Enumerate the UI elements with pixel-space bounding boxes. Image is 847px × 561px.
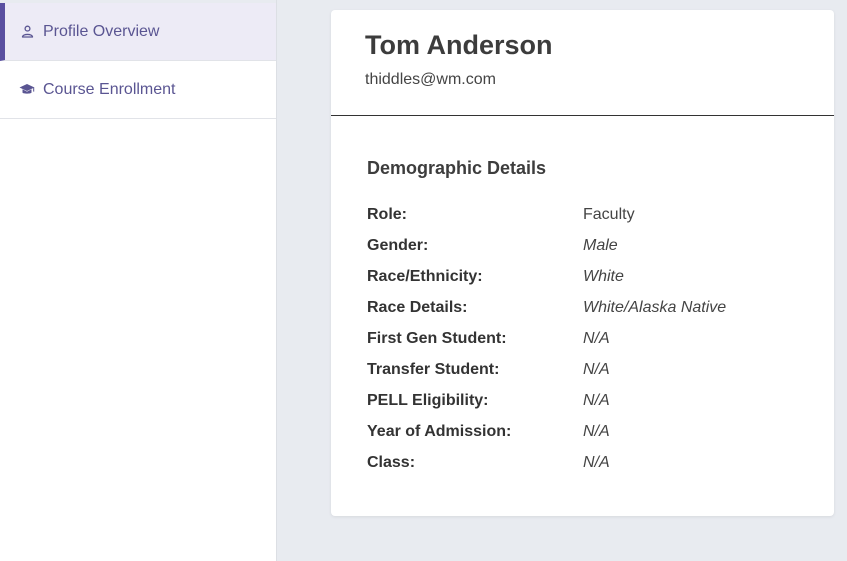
sidebar-item-course-enrollment[interactable]: Course Enrollment [0,61,276,119]
detail-label: Race Details: [367,298,468,316]
detail-row-first-gen-student: First Gen Student: N/A [367,323,807,354]
detail-row-role: Role: Faculty [367,199,807,230]
graduation-cap-icon [19,82,35,98]
detail-value: N/A [583,329,610,347]
detail-label: Role: [367,205,407,223]
demographic-details-list: Role: Faculty Gender: Male Race/Ethnicit… [367,199,807,478]
detail-value: N/A [583,422,610,440]
detail-row-class: Class: N/A [367,447,807,478]
sidebar: Profile Overview Course Enrollment [0,0,277,561]
detail-label: Gender: [367,236,429,254]
profile-header: Tom Anderson thiddles@wm.com [331,10,834,116]
detail-row-year-of-admission: Year of Admission: N/A [367,416,807,447]
detail-value: N/A [583,391,610,409]
detail-value: N/A [583,360,610,378]
profile-card: Tom Anderson thiddles@wm.com Demographic… [331,10,834,516]
sidebar-item-label: Course Enrollment [43,80,176,98]
user-email: thiddles@wm.com [365,71,496,88]
detail-label: First Gen Student: [367,329,507,347]
user-icon [19,24,35,40]
detail-label: Race/Ethnicity: [367,267,483,285]
detail-row-race-details: Race Details: White/Alaska Native [367,292,807,323]
detail-row-race-ethnicity: Race/Ethnicity: White [367,261,807,292]
section-title-demographic-details: Demographic Details [367,158,547,178]
detail-value: Male [583,236,618,254]
sidebar-item-label: Profile Overview [43,22,160,40]
detail-value: N/A [583,453,610,471]
detail-label: PELL Eligibility: [367,391,489,409]
detail-value: Faculty [583,205,635,223]
detail-value: White/Alaska Native [583,298,727,316]
detail-label: Year of Admission: [367,422,512,440]
detail-value: White [583,267,624,285]
detail-row-pell-eligibility: PELL Eligibility: N/A [367,385,807,416]
sidebar-item-profile-overview[interactable]: Profile Overview [0,3,276,61]
detail-row-gender: Gender: Male [367,230,807,261]
user-name: Tom Anderson [365,30,553,60]
detail-row-transfer-student: Transfer Student: N/A [367,354,807,385]
page: Profile Overview Course Enrollment Tom A… [0,0,847,561]
detail-label: Class: [367,453,416,471]
detail-label: Transfer Student: [367,360,500,378]
